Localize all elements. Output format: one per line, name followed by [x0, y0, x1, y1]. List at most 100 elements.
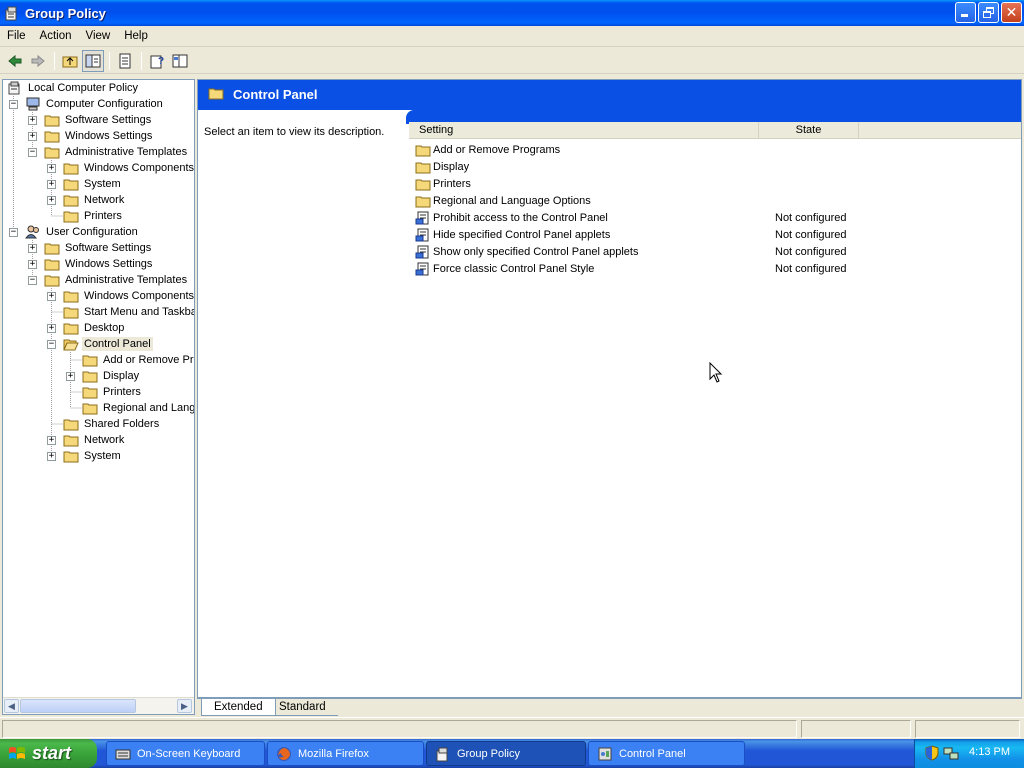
export-list-button[interactable]: [114, 50, 136, 72]
menu-action[interactable]: Action: [33, 26, 79, 47]
tree-item-cc-windows-settings[interactable]: Windows Settings: [44, 128, 154, 144]
folder-icon: [415, 194, 431, 208]
expand-toggle[interactable]: +: [47, 436, 56, 445]
task-control-panel[interactable]: Control Panel: [588, 741, 745, 766]
properties-button[interactable]: [169, 50, 191, 72]
expand-toggle[interactable]: +: [47, 292, 56, 301]
expand-toggle[interactable]: +: [47, 452, 56, 461]
expand-toggle[interactable]: +: [28, 132, 37, 141]
back-button[interactable]: [4, 50, 26, 72]
tree-item-cc-windows-components[interactable]: Windows Components: [63, 160, 194, 176]
expand-toggle[interactable]: +: [47, 196, 56, 205]
title-bar[interactable]: Group Policy ✕: [0, 0, 1024, 26]
tree-label: Display: [103, 370, 140, 382]
tab-extended[interactable]: Extended: [201, 699, 276, 716]
collapse-toggle[interactable]: −: [47, 340, 56, 349]
list-item-folder[interactable]: Display: [415, 158, 1015, 175]
folder-icon: [63, 449, 79, 463]
expand-toggle[interactable]: +: [28, 244, 37, 253]
tree-item-uc-control-panel[interactable]: Control Panel: [63, 336, 153, 352]
folder-icon: [44, 273, 60, 287]
tree-item-uc-administrative-templates[interactable]: Administrative Templates: [44, 272, 189, 288]
column-setting[interactable]: Setting: [409, 122, 759, 139]
list-item-policy[interactable]: Force classic Control Panel Style Not con…: [415, 260, 1015, 277]
minimize-button[interactable]: [955, 2, 976, 23]
list-item-policy[interactable]: Prohibit access to the Control Panel Not …: [415, 209, 1015, 226]
folder-icon: [44, 113, 60, 127]
tree-item-local-computer-policy[interactable]: Local Computer Policy: [7, 80, 140, 96]
menu-view[interactable]: View: [79, 26, 118, 47]
forward-button[interactable]: [27, 50, 49, 72]
tree-item-cp-display[interactable]: Display: [82, 368, 141, 384]
tree-label: Start Menu and Taskba: [84, 306, 195, 318]
tree-label: Control Panel: [82, 337, 153, 351]
network-icon[interactable]: [943, 745, 959, 761]
tree-item-uc-software-settings[interactable]: Software Settings: [44, 240, 153, 256]
scroll-right-icon[interactable]: ▶: [177, 699, 192, 713]
expand-toggle[interactable]: +: [47, 180, 56, 189]
close-button[interactable]: ✕: [1001, 2, 1022, 23]
collapse-toggle[interactable]: −: [28, 148, 37, 157]
expand-toggle[interactable]: +: [47, 164, 56, 173]
tree-item-cc-network[interactable]: Network: [63, 192, 126, 208]
task-group-policy[interactable]: Group Policy: [426, 741, 586, 766]
clock[interactable]: 4:13 PM: [969, 746, 1010, 758]
tree-item-uc-system[interactable]: System: [63, 448, 123, 464]
up-one-level-button[interactable]: [59, 50, 81, 72]
collapse-toggle[interactable]: −: [9, 100, 18, 109]
tree-item-user-configuration[interactable]: User Configuration: [25, 224, 140, 240]
folder-icon: [63, 433, 79, 447]
list-item-folder[interactable]: Add or Remove Programs: [415, 141, 1015, 158]
collapse-toggle[interactable]: −: [9, 228, 18, 237]
horizontal-scrollbar[interactable]: ◀ ▶: [3, 697, 194, 714]
folder-icon: [208, 86, 224, 103]
list-item-folder[interactable]: Printers: [415, 175, 1015, 192]
tree-item-cc-software-settings[interactable]: Software Settings: [44, 112, 153, 128]
task-mozilla-firefox[interactable]: Mozilla Firefox: [267, 741, 424, 766]
task-on-screen-keyboard[interactable]: On-Screen Keyboard: [106, 741, 265, 766]
scroll-left-icon[interactable]: ◀: [4, 699, 19, 713]
folder-icon: [415, 160, 431, 174]
tree-item-cc-system[interactable]: System: [63, 176, 123, 192]
column-state[interactable]: State: [759, 122, 859, 139]
folder-icon: [44, 129, 60, 143]
open-folder-icon: [63, 337, 79, 351]
security-shield-icon[interactable]: [925, 745, 939, 761]
list-item-policy[interactable]: Hide specified Control Panel applets Not …: [415, 226, 1015, 243]
tree-item-cp-add-remove[interactable]: Add or Remove Pro: [82, 352, 194, 368]
start-button[interactable]: start: [0, 739, 97, 768]
tree-item-uc-shared-folders[interactable]: Shared Folders: [63, 416, 161, 432]
expand-toggle[interactable]: +: [28, 116, 37, 125]
tree-item-cp-printers[interactable]: Printers: [82, 384, 143, 400]
list-item-folder[interactable]: Regional and Language Options: [415, 192, 1015, 209]
tree-label: User Configuration: [46, 226, 138, 238]
show-hide-tree-button[interactable]: [82, 49, 104, 72]
tree-item-cc-administrative-templates[interactable]: Administrative Templates: [44, 144, 189, 160]
tree-item-computer-configuration[interactable]: Computer Configuration: [25, 96, 165, 112]
menu-file[interactable]: File: [0, 26, 33, 47]
tree-item-uc-network[interactable]: Network: [63, 432, 126, 448]
expand-toggle[interactable]: +: [47, 324, 56, 333]
help-button[interactable]: ?: [146, 50, 168, 72]
tree-item-uc-desktop[interactable]: Desktop: [63, 320, 126, 336]
menu-help[interactable]: Help: [117, 26, 155, 47]
tab-standard[interactable]: Standard: [267, 699, 338, 716]
tree-item-cp-regional[interactable]: Regional and Langu: [82, 400, 194, 416]
tree-item-uc-start-menu-taskbar[interactable]: Start Menu and Taskba: [63, 304, 195, 320]
collapse-toggle[interactable]: −: [28, 276, 37, 285]
pane-header: Control Panel: [198, 80, 1021, 110]
tree-item-uc-windows-settings[interactable]: Windows Settings: [44, 256, 154, 272]
setting-name: Hide specified Control Panel applets: [433, 228, 611, 241]
scroll-thumb[interactable]: [20, 699, 136, 713]
tree-item-uc-windows-components[interactable]: Windows Components: [63, 288, 194, 304]
expand-toggle[interactable]: +: [66, 372, 75, 381]
toolbar-separator: [141, 51, 142, 70]
tree-item-cc-printers[interactable]: Printers: [63, 208, 124, 224]
restore-button[interactable]: [978, 2, 999, 23]
computer-icon: [25, 97, 41, 111]
status-cell: [2, 720, 797, 738]
tree-label: Network: [84, 434, 125, 446]
console-tree[interactable]: Local Computer Policy − Computer Configu…: [2, 79, 195, 715]
list-item-policy[interactable]: Show only specified Control Panel applet…: [415, 243, 1015, 260]
expand-toggle[interactable]: +: [28, 260, 37, 269]
